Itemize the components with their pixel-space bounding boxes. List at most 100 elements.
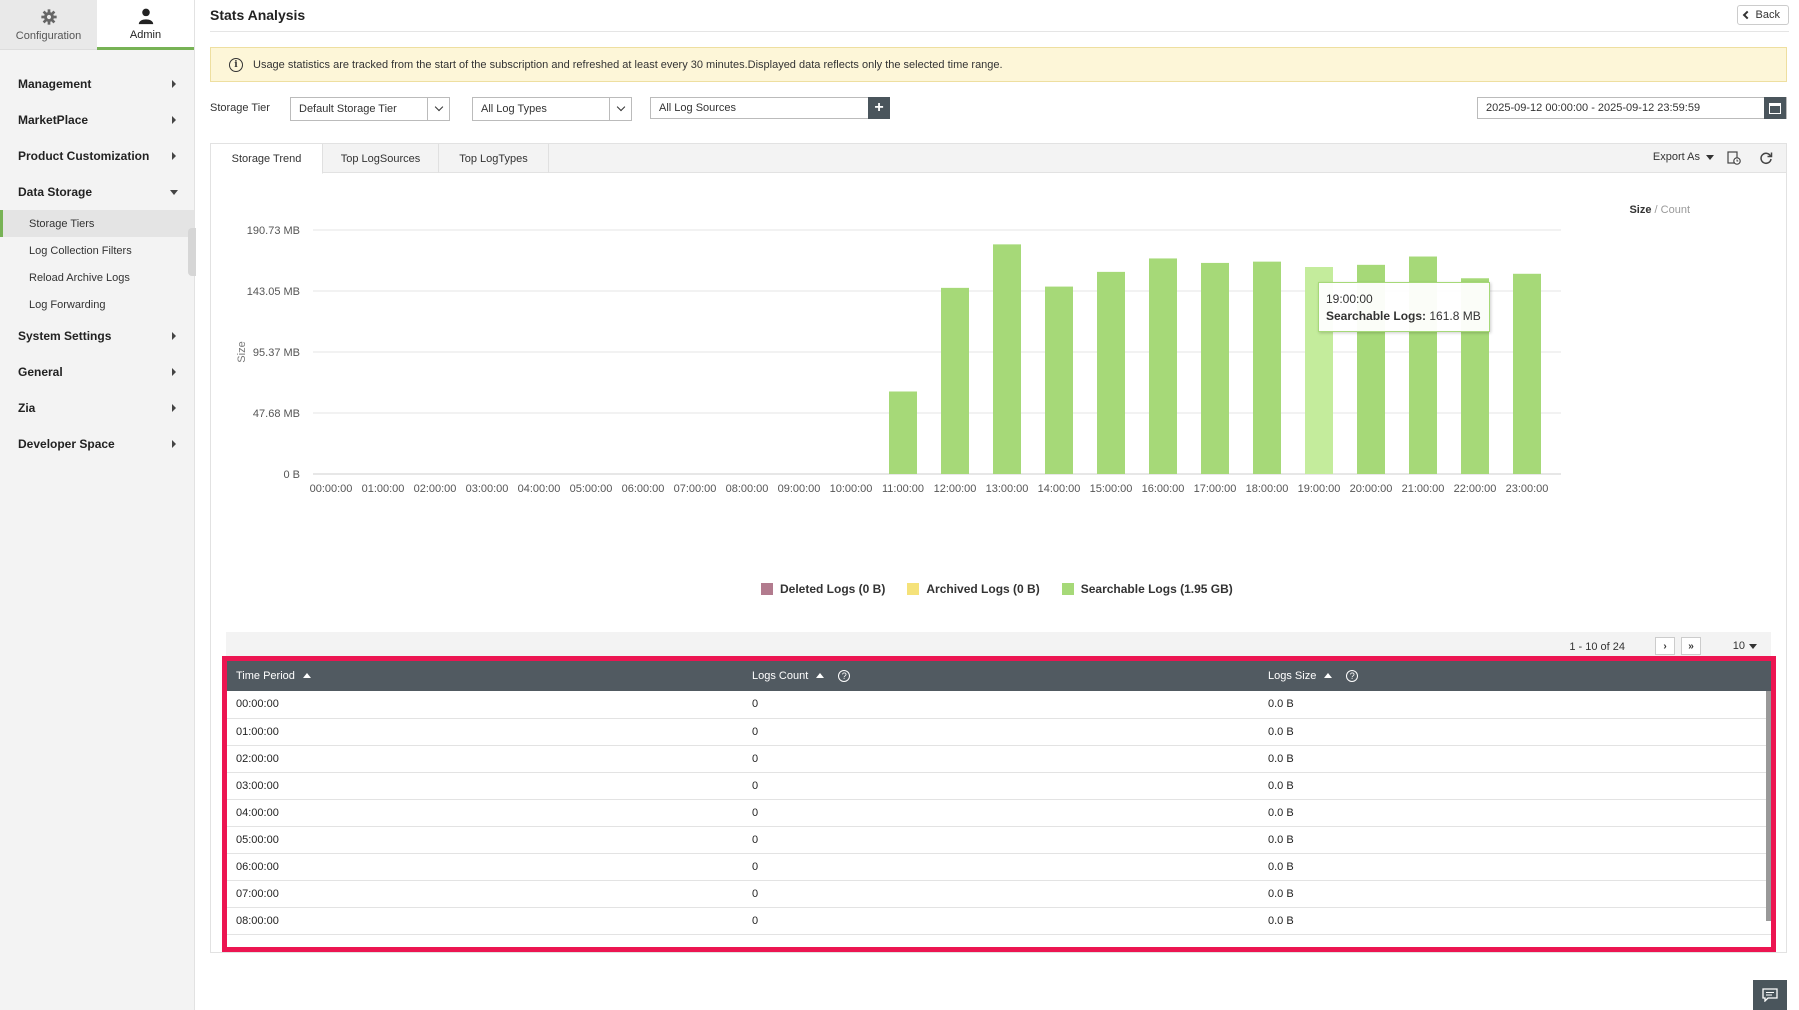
table-row[interactable]: 06:00:00 0 0.0 B — [227, 853, 1771, 881]
col-header-label: Logs Count — [752, 670, 809, 682]
page-size-value: 10 — [1732, 640, 1745, 652]
sidebar-item-zia[interactable]: Zia — [0, 390, 194, 426]
chevron-right-icon — [172, 368, 176, 376]
main-content: Stats Analysis Back i Usage statistics a… — [210, 0, 1789, 1010]
bar-searchable-logs[interactable] — [941, 287, 969, 474]
bar-searchable-logs[interactable] — [1097, 271, 1125, 474]
legend-deleted-logs[interactable]: Deleted Logs (0 B) — [761, 582, 885, 596]
table-row[interactable]: 04:00:00 0 0.0 B — [227, 799, 1771, 827]
back-button[interactable]: Back — [1736, 5, 1789, 25]
x-tick-label: 10:00:00 — [830, 483, 873, 495]
table-row[interactable]: 03:00:00 0 0.0 B — [227, 772, 1771, 800]
storage-trend-chart: 0 B 47.68 MB 95.37 MB 143.05 MB 190.73 MB Siz… — [236, 225, 1561, 495]
x-tick-label: 04:00:00 — [518, 483, 561, 495]
log-sources-input[interactable]: All Log Sources — [650, 97, 870, 119]
table-row[interactable]: 05:00:00 0 0.0 B — [227, 826, 1771, 854]
caret-down-icon — [1706, 154, 1714, 160]
chevron-right-icon — [172, 116, 176, 124]
sidebar-subitem-log-collection-filters[interactable]: Log Collection Filters — [0, 237, 194, 264]
legend-label: Archived Logs (0 B) — [926, 582, 1040, 596]
tab-storage-trend[interactable]: Storage Trend — [211, 144, 323, 174]
next-page-button[interactable]: › — [1655, 637, 1675, 655]
double-chevron-right-icon: » — [1688, 640, 1694, 652]
schedule-report-icon[interactable] — [1726, 150, 1742, 166]
x-tick-label: 01:00:00 — [362, 483, 405, 495]
tab-configuration[interactable]: Configuration — [0, 0, 97, 50]
y-tick-label: 95.37 MB — [253, 347, 300, 359]
sidebar-subitem-reload-archive-logs[interactable]: Reload Archive Logs — [0, 264, 194, 291]
storage-tier-select[interactable]: Default Storage Tier — [290, 97, 450, 121]
col-logs-count[interactable]: Logs Count? — [743, 661, 1259, 691]
x-tick-label: 02:00:00 — [414, 483, 457, 495]
col-logs-size[interactable]: Logs Size? — [1259, 661, 1771, 691]
table-row[interactable]: 08:00:00 0 0.0 B — [227, 907, 1771, 935]
y-tick-label: 47.68 MB — [253, 408, 300, 420]
sidebar-collapse-handle[interactable] — [188, 228, 196, 276]
tooltip-value: 161.8 MB — [1429, 309, 1481, 323]
date-range-input[interactable]: 2025-09-12 00:00:00 - 2025-09-12 23:59:5… — [1477, 97, 1787, 119]
cell-logs-size: 0.0 B — [1259, 718, 1771, 746]
info-icon: i — [229, 57, 243, 72]
refresh-icon[interactable] — [1758, 150, 1774, 166]
help-icon[interactable]: ? — [1346, 670, 1359, 682]
date-range-value: 2025-09-12 00:00:00 - 2025-09-12 23:59:5… — [1486, 102, 1701, 114]
tab-admin[interactable]: Admin — [97, 0, 194, 50]
info-banner: i Usage statistics are tracked from the … — [210, 47, 1787, 82]
col-time-period[interactable]: Time Period — [227, 661, 743, 691]
chat-button[interactable] — [1753, 980, 1787, 1010]
sidebar-item-system-settings[interactable]: System Settings — [0, 318, 194, 354]
x-tick-label: 09:00:00 — [778, 483, 821, 495]
sidebar-item-product-customization[interactable]: Product Customization — [0, 138, 194, 174]
cell-logs-size: 0.0 B — [1259, 826, 1771, 854]
page-size-dropdown[interactable]: 10 — [1733, 640, 1757, 652]
help-icon[interactable]: ? — [838, 670, 851, 682]
calendar-icon[interactable] — [1764, 97, 1786, 119]
y-tick-label: 0 B — [283, 469, 300, 481]
bar-searchable-logs[interactable] — [1149, 258, 1177, 474]
last-page-button[interactable]: » — [1681, 637, 1701, 655]
bar-searchable-logs[interactable] — [1253, 261, 1281, 474]
cell-logs-size: 0.0 B — [1259, 907, 1771, 935]
sidebar-item-marketplace[interactable]: MarketPlace — [0, 102, 194, 138]
add-log-source-button[interactable]: + — [868, 97, 890, 119]
log-types-value: All Log Types — [481, 103, 547, 115]
cell-time-period: 03:00:00 — [227, 772, 743, 800]
sidebar-item-general[interactable]: General — [0, 354, 194, 390]
cell-logs-count: 0 — [743, 853, 1259, 881]
storage-tier-label: Storage Tier — [210, 102, 270, 114]
tab-top-logsources[interactable]: Top LogSources — [323, 144, 439, 173]
legend-archived-logs[interactable]: Archived Logs (0 B) — [907, 582, 1040, 596]
bar-searchable-logs[interactable] — [1045, 286, 1073, 474]
table-row[interactable]: 00:00:00 0 0.0 B — [227, 691, 1771, 719]
sidebar-item-data-storage[interactable]: Data Storage — [0, 174, 194, 210]
caret-down-icon — [1749, 643, 1757, 649]
cell-logs-count: 0 — [743, 718, 1259, 746]
info-banner-text: Usage statistics are tracked from the st… — [253, 58, 1003, 71]
table-row[interactable]: 01:00:00 0 0.0 B — [227, 718, 1771, 746]
stats-panel: Storage Trend Top LogSources Top LogType… — [210, 143, 1787, 953]
log-types-select[interactable]: All Log Types — [472, 97, 632, 121]
legend-swatch — [1061, 583, 1074, 595]
cell-logs-size: 0.0 B — [1259, 853, 1771, 881]
sidebar-item-developer-space[interactable]: Developer Space — [0, 426, 194, 462]
sidebar-subitem-log-forwarding[interactable]: Log Forwarding — [0, 291, 194, 318]
legend-searchable-logs[interactable]: Searchable Logs (1.95 GB) — [1061, 582, 1233, 596]
sidebar-item-management[interactable]: Management — [0, 66, 194, 102]
table-scrollbar[interactable] — [1766, 691, 1771, 921]
export-as-label: Export As — [1652, 151, 1700, 163]
bar-searchable-logs[interactable] — [993, 244, 1021, 474]
bar-searchable-logs[interactable] — [889, 391, 917, 474]
export-as-dropdown[interactable]: Export As — [1653, 151, 1714, 163]
tab-top-logtypes[interactable]: Top LogTypes — [439, 144, 549, 173]
sort-asc-icon — [816, 673, 825, 678]
pagination-info: 1 - 10 of 24 — [1569, 641, 1625, 653]
x-tick-label: 21:00:00 — [1402, 483, 1445, 495]
bar-searchable-logs[interactable] — [1201, 262, 1229, 474]
table-row[interactable]: 07:00:00 0 0.0 B — [227, 880, 1771, 908]
table-row[interactable]: 02:00:00 0 0.0 B — [227, 745, 1771, 773]
sidebar-subitem-storage-tiers[interactable]: Storage Tiers — [0, 210, 194, 237]
bar-searchable-logs[interactable] — [1513, 273, 1541, 474]
tab-bar: Storage Trend Top LogSources Top LogType… — [211, 144, 1786, 174]
y-tick-label: 190.73 MB — [247, 225, 300, 237]
sidebar-nav: Management MarketPlace Product Customiza… — [0, 50, 194, 462]
